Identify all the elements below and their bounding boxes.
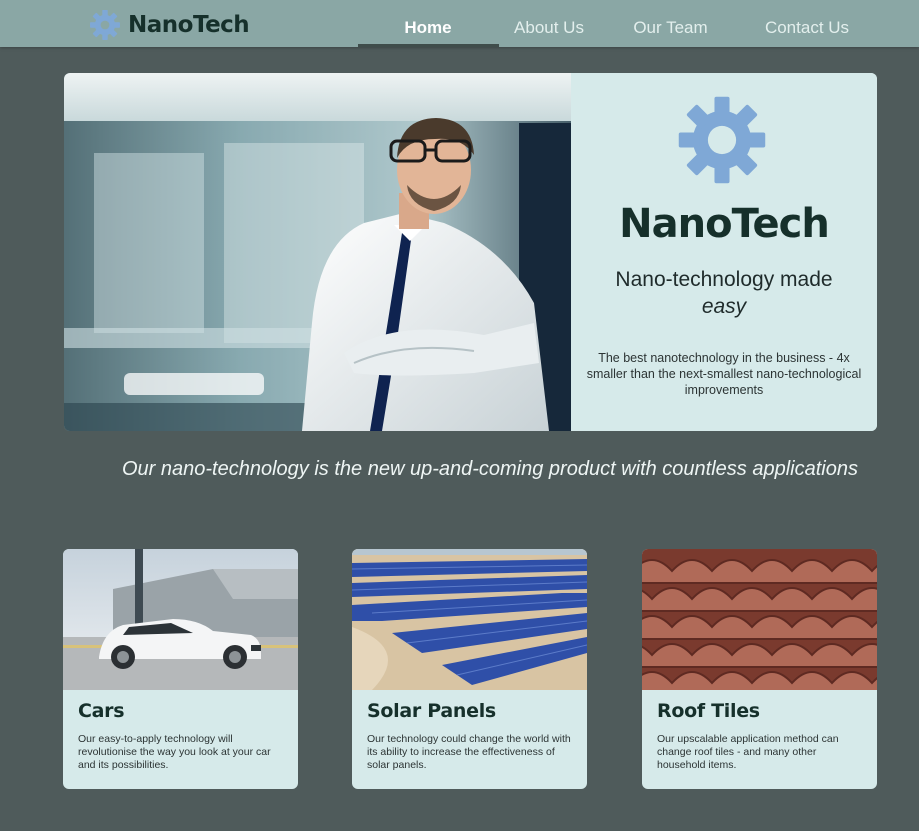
top-navbar: NanoTech Home About Us Our Team Contact … [0,0,919,47]
card-cars-image [63,549,298,690]
gear-icon [90,10,120,40]
hero-tagline-line2: easy [701,295,747,318]
hero-title: NanoTech [619,201,830,247]
hero-info-panel: NanoTech Nano-technology made easy The b… [571,73,877,431]
brand-logo[interactable]: NanoTech [88,8,250,42]
card-roof-title: Roof Tiles [657,700,760,722]
card-roof-text: Our upscalable application method can ch… [657,733,839,771]
nav-link-contact-us[interactable]: Contact Us [748,0,866,47]
card-cars-text: Our easy-to-apply technology will revolu… [78,733,271,771]
gear-icon [678,96,766,184]
hero-section: NanoTech Nano-technology made easy The b… [64,73,877,431]
hero-tagline-line1: Nano-technology made [615,268,833,291]
brand-name: NanoTech [128,12,250,38]
hero-tagline: Nano-technology made easy [571,266,877,320]
card-cars[interactable]: Cars Our easy-to-apply technology will r… [63,549,298,789]
card-roof-tiles[interactable]: Roof Tiles Our upscalable application me… [642,549,877,789]
nav-link-our-team[interactable]: Our Team [618,0,723,47]
card-solar-panels[interactable]: Solar Panels Our technology could change… [352,549,587,789]
active-nav-indicator [358,44,499,47]
card-solar-text: Our technology could change the world wi… [367,733,571,771]
hero-description: The best nanotechnology in the business … [586,351,862,397]
card-solar-image [352,549,587,690]
card-cars-title: Cars [78,700,125,722]
card-roof-image [642,549,877,690]
slogan-text: Our nano-technology is the new up-and-co… [122,458,858,480]
nav-link-about-us[interactable]: About Us [500,0,598,47]
card-solar-title: Solar Panels [367,700,496,722]
nav-link-home[interactable]: Home [358,0,498,47]
hero-scientist-photo [64,73,571,431]
